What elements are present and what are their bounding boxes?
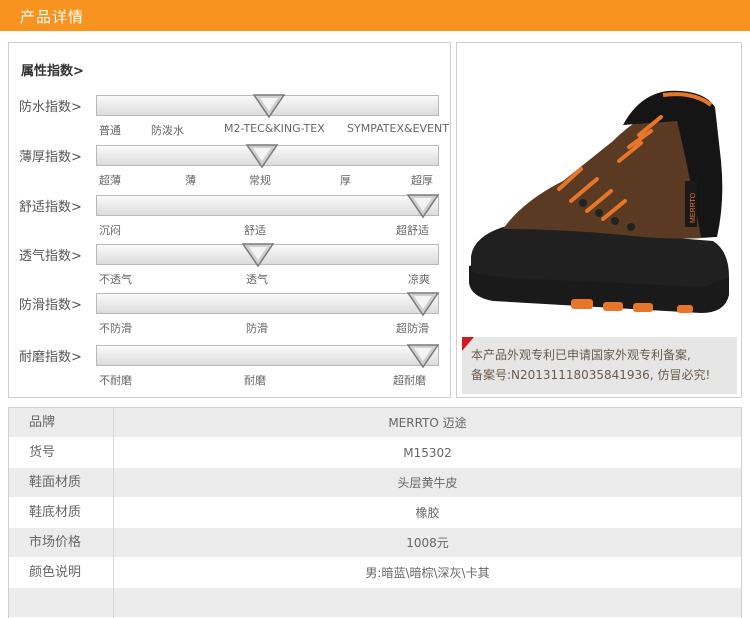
spec-key: 市场价格 xyxy=(9,528,114,558)
boot-logo-text: MERRTO xyxy=(690,192,697,223)
slider-marker-icon xyxy=(406,344,440,369)
table-row: 鞋面材质 头层黄牛皮 xyxy=(9,468,741,498)
spec-key: 鞋底材质 xyxy=(9,498,114,528)
scale-label: 凉爽 xyxy=(408,273,430,286)
attribute-scale: 沉闷 舒适 超舒适 xyxy=(96,222,439,238)
hiking-boot-image: MERRTO xyxy=(469,90,729,313)
attribute-index-panel: 属性指数> 防水指数> 普通 防泼水 M2-TEC&KING-TEX SYMPA… xyxy=(8,42,451,398)
attribute-slider-track xyxy=(96,194,440,219)
attribute-slider-track xyxy=(96,243,439,268)
spec-key: 颜色说明 xyxy=(9,558,114,588)
scale-label: 不透气 xyxy=(99,273,132,286)
patent-notice-line: 备案号:N20131118035841936, 仿冒必究! xyxy=(471,368,711,382)
spec-value: M15302 xyxy=(403,446,452,460)
section-title: 产品详情 xyxy=(20,8,85,26)
table-row: 颜色说明 男:暗蓝\暗棕\深灰\卡其 xyxy=(9,558,741,588)
scale-label: M2-TEC&KING-TEX xyxy=(224,122,325,135)
attribute-heading: 属性指数> xyxy=(21,64,84,79)
scale-label: 超薄 xyxy=(99,174,121,187)
spec-key: 品牌 xyxy=(9,408,114,438)
scale-label: 超舒适 xyxy=(396,224,429,237)
patent-notice: 本产品外观专利已申请国家外观专利备案, 备案号:N201311180358419… xyxy=(462,337,737,394)
slider-marker-icon xyxy=(406,194,440,219)
table-row: 品牌 MERRTO 迈途 xyxy=(9,408,741,438)
attribute-slider-track xyxy=(96,144,439,169)
slider-marker-icon xyxy=(245,144,279,169)
attribute-row-thickness: 薄厚指数> 超薄 薄 常规 厚 超厚 xyxy=(9,144,450,195)
attribute-scale: 不防滑 防滑 超防滑 xyxy=(96,320,439,336)
attribute-slider-track xyxy=(96,292,440,317)
table-row: 货号 M15302 xyxy=(9,438,741,468)
scale-label: 普通 xyxy=(99,124,121,137)
attribute-label: 耐磨指数> xyxy=(19,350,82,365)
spec-table: 品牌 MERRTO 迈途 货号 M15302 鞋面材质 头层黄牛皮 鞋底材质 橡… xyxy=(8,407,742,618)
scale-label: 透气 xyxy=(246,273,268,286)
scale-label: 超防滑 xyxy=(396,322,429,335)
scale-label: 超耐磨 xyxy=(393,374,426,387)
attribute-row-breathability: 透气指数> 不透气 透气 凉爽 xyxy=(9,243,450,294)
patent-notice-text: 本产品外观专利已申请国家外观专利备案, 备案号:N201311180358419… xyxy=(471,345,733,385)
attribute-scale: 普通 防泼水 M2-TEC&KING-TEX SYMPATEX&EVENT xyxy=(96,122,449,138)
spec-key xyxy=(9,588,114,618)
attribute-label: 防水指数> xyxy=(19,100,82,115)
spec-value: 橡胶 xyxy=(415,506,440,520)
spec-value: 头层黄牛皮 xyxy=(397,476,458,490)
scale-label: 沉闷 xyxy=(99,224,121,237)
attribute-scale: 不透气 透气 凉爽 xyxy=(96,271,439,287)
scale-label: 防泼水 xyxy=(151,124,184,137)
slider-marker-icon xyxy=(252,94,285,119)
attribute-label: 防滑指数> xyxy=(19,298,82,313)
scale-label: 薄 xyxy=(185,174,196,187)
table-row: 鞋底材质 橡胶 xyxy=(9,498,741,528)
attribute-label: 舒适指数> xyxy=(19,200,82,215)
scale-label: 不防滑 xyxy=(99,322,132,335)
attribute-label: 透气指数> xyxy=(19,249,82,264)
section-header: 产品详情 xyxy=(0,0,750,31)
attribute-row-comfort: 舒适指数> 沉闷 舒适 超舒适 xyxy=(9,194,450,245)
scale-label: 不耐磨 xyxy=(99,374,132,387)
slider-marker-icon xyxy=(241,243,275,268)
attribute-scale: 超薄 薄 常规 厚 超厚 xyxy=(96,172,439,188)
attribute-row-anti-slip: 防滑指数> 不防滑 防滑 超防滑 xyxy=(9,292,450,343)
scale-label: 舒适 xyxy=(244,224,266,237)
spec-value: 1008元 xyxy=(406,536,449,550)
spec-value xyxy=(114,588,741,618)
scale-label: 厚 xyxy=(340,174,351,187)
attribute-scale: 不耐磨 耐磨 超耐磨 xyxy=(96,372,439,388)
attribute-row-wear-resistance: 耐磨指数> 不耐磨 耐磨 超耐磨 xyxy=(9,344,450,395)
product-photo-panel: MERRTO 本产品外观专利已申请国家外观专利备案, 备案号:N20131118… xyxy=(456,42,742,398)
scale-label: SYMPATEX&EVENT xyxy=(347,122,449,135)
scale-label: 防滑 xyxy=(246,322,268,335)
scale-label: 耐磨 xyxy=(244,374,266,387)
spec-value: MERRTO 迈途 xyxy=(388,416,467,430)
attribute-row-waterproof: 防水指数> 普通 防泼水 M2-TEC&KING-TEX SYMPATEX&EV… xyxy=(9,94,450,145)
spec-value: 男:暗蓝\暗棕\深灰\卡其 xyxy=(365,566,490,580)
attribute-slider-track xyxy=(96,94,439,119)
table-row xyxy=(9,588,741,618)
slider-marker-icon xyxy=(406,292,440,317)
patent-notice-line: 本产品外观专利已申请国家外观专利备案, xyxy=(471,348,691,362)
attribute-label: 薄厚指数> xyxy=(19,150,82,165)
spec-key: 鞋面材质 xyxy=(9,468,114,498)
attribute-slider-track xyxy=(96,344,440,369)
table-row: 市场价格 1008元 xyxy=(9,528,741,558)
spec-key: 货号 xyxy=(9,438,114,468)
scale-label: 超厚 xyxy=(411,174,433,187)
scale-label: 常规 xyxy=(249,174,271,187)
